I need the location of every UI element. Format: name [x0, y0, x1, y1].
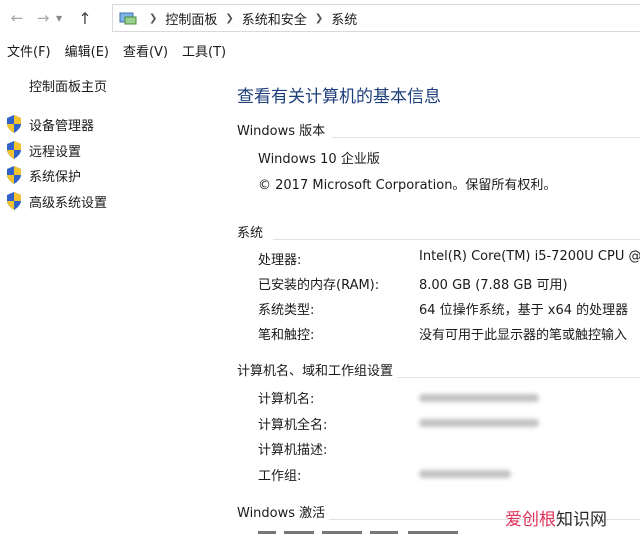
watermark-part2: 知识网: [556, 510, 607, 530]
ram-label: 已安装的内存(RAM):: [258, 278, 380, 293]
full-computer-name-value-redacted: [419, 419, 539, 427]
sidebar-item-label: 远程设置: [29, 144, 82, 160]
arrow-right-icon[interactable]: →: [32, 7, 54, 29]
arrow-left-icon[interactable]: ←: [6, 7, 28, 29]
pen-touch-label: 笔和触控:: [258, 328, 315, 343]
breadcrumb-separator: ❯: [149, 12, 158, 24]
edition-name: Windows 10 企业版: [258, 152, 380, 167]
shield-icon: [7, 166, 21, 184]
section-heading-activation: Windows 激活: [237, 506, 326, 521]
copyright-text: © 2017 Microsoft Corporation。保留所有权利。: [258, 178, 557, 193]
breadcrumb-control-panel[interactable]: 控制面板: [165, 9, 217, 28]
sidebar-home-link[interactable]: 控制面板主页: [29, 76, 107, 95]
system-type-value: 64 位操作系统，基于 x64 的处理器: [419, 303, 629, 318]
menu-tools[interactable]: 工具(T): [175, 41, 233, 60]
menu-file[interactable]: 文件(F): [0, 41, 58, 60]
divider: [397, 377, 640, 378]
sidebar-item-label: 高级系统设置: [29, 195, 108, 211]
sidebar-item-label: 设备管理器: [29, 118, 95, 134]
section-heading-system: 系统: [237, 226, 264, 241]
address-bar[interactable]: ❯ 控制面板 ❯ 系统和安全 ❯ 系统: [112, 4, 640, 32]
computer-name-label: 计算机名:: [258, 392, 315, 407]
sidebar-item-label: 系统保护: [29, 169, 82, 185]
sidebar-item-device-manager[interactable]: 设备管理器: [5, 113, 94, 135]
sidebar-item-remote-settings[interactable]: 远程设置: [5, 139, 81, 161]
watermark-part1: 爱创根: [505, 510, 556, 530]
processor-value: Intel(R) Core(TM) i5-7200U CPU @ 2: [419, 249, 640, 264]
breadcrumb-system-security[interactable]: 系统和安全: [242, 9, 307, 28]
cut-off-text-row: [258, 531, 458, 534]
shield-icon: [7, 141, 21, 159]
navigation-bar: ← → ▼ ↑ ❯ 控制面板 ❯ 系统和安全 ❯ 系统: [0, 0, 640, 36]
sidebar-item-system-protection[interactable]: 系统保护: [5, 164, 81, 186]
divider: [332, 137, 640, 138]
page-title: 查看有关计算机的基本信息: [237, 87, 441, 107]
system-type-label: 系统类型:: [258, 303, 315, 318]
ram-value: 8.00 GB (7.88 GB 可用): [419, 278, 568, 293]
menu-bar: 文件(F) 编辑(E) 查看(V) 工具(T): [0, 38, 233, 62]
arrow-up-icon[interactable]: ↑: [74, 7, 96, 29]
workgroup-label: 工作组:: [258, 469, 302, 484]
full-computer-name-label: 计算机全名:: [258, 418, 328, 433]
breadcrumb-system[interactable]: 系统: [331, 9, 357, 28]
shield-icon: [7, 115, 21, 133]
pen-touch-value: 没有可用于此显示器的笔或触控输入: [419, 328, 628, 343]
menu-view[interactable]: 查看(V): [116, 41, 175, 60]
sidebar-item-advanced-settings[interactable]: 高级系统设置: [5, 190, 107, 212]
section-heading-edition: Windows 版本: [237, 124, 326, 139]
computer-name-value-redacted: [419, 394, 539, 402]
chevron-down-icon[interactable]: ▼: [56, 14, 68, 23]
section-heading-computer-name: 计算机名、域和工作组设置: [237, 364, 394, 379]
workgroup-value-redacted: [419, 470, 511, 478]
control-panel-icon: [119, 12, 137, 25]
watermark: 爱创根知识网: [505, 505, 607, 530]
processor-label: 处理器:: [258, 253, 302, 268]
menu-edit[interactable]: 编辑(E): [58, 41, 116, 60]
breadcrumb-separator: ❯: [225, 12, 234, 24]
breadcrumb-separator: ❯: [314, 12, 324, 24]
shield-icon: [7, 192, 21, 210]
divider: [273, 239, 640, 240]
computer-description-label: 计算机描述:: [258, 443, 328, 458]
